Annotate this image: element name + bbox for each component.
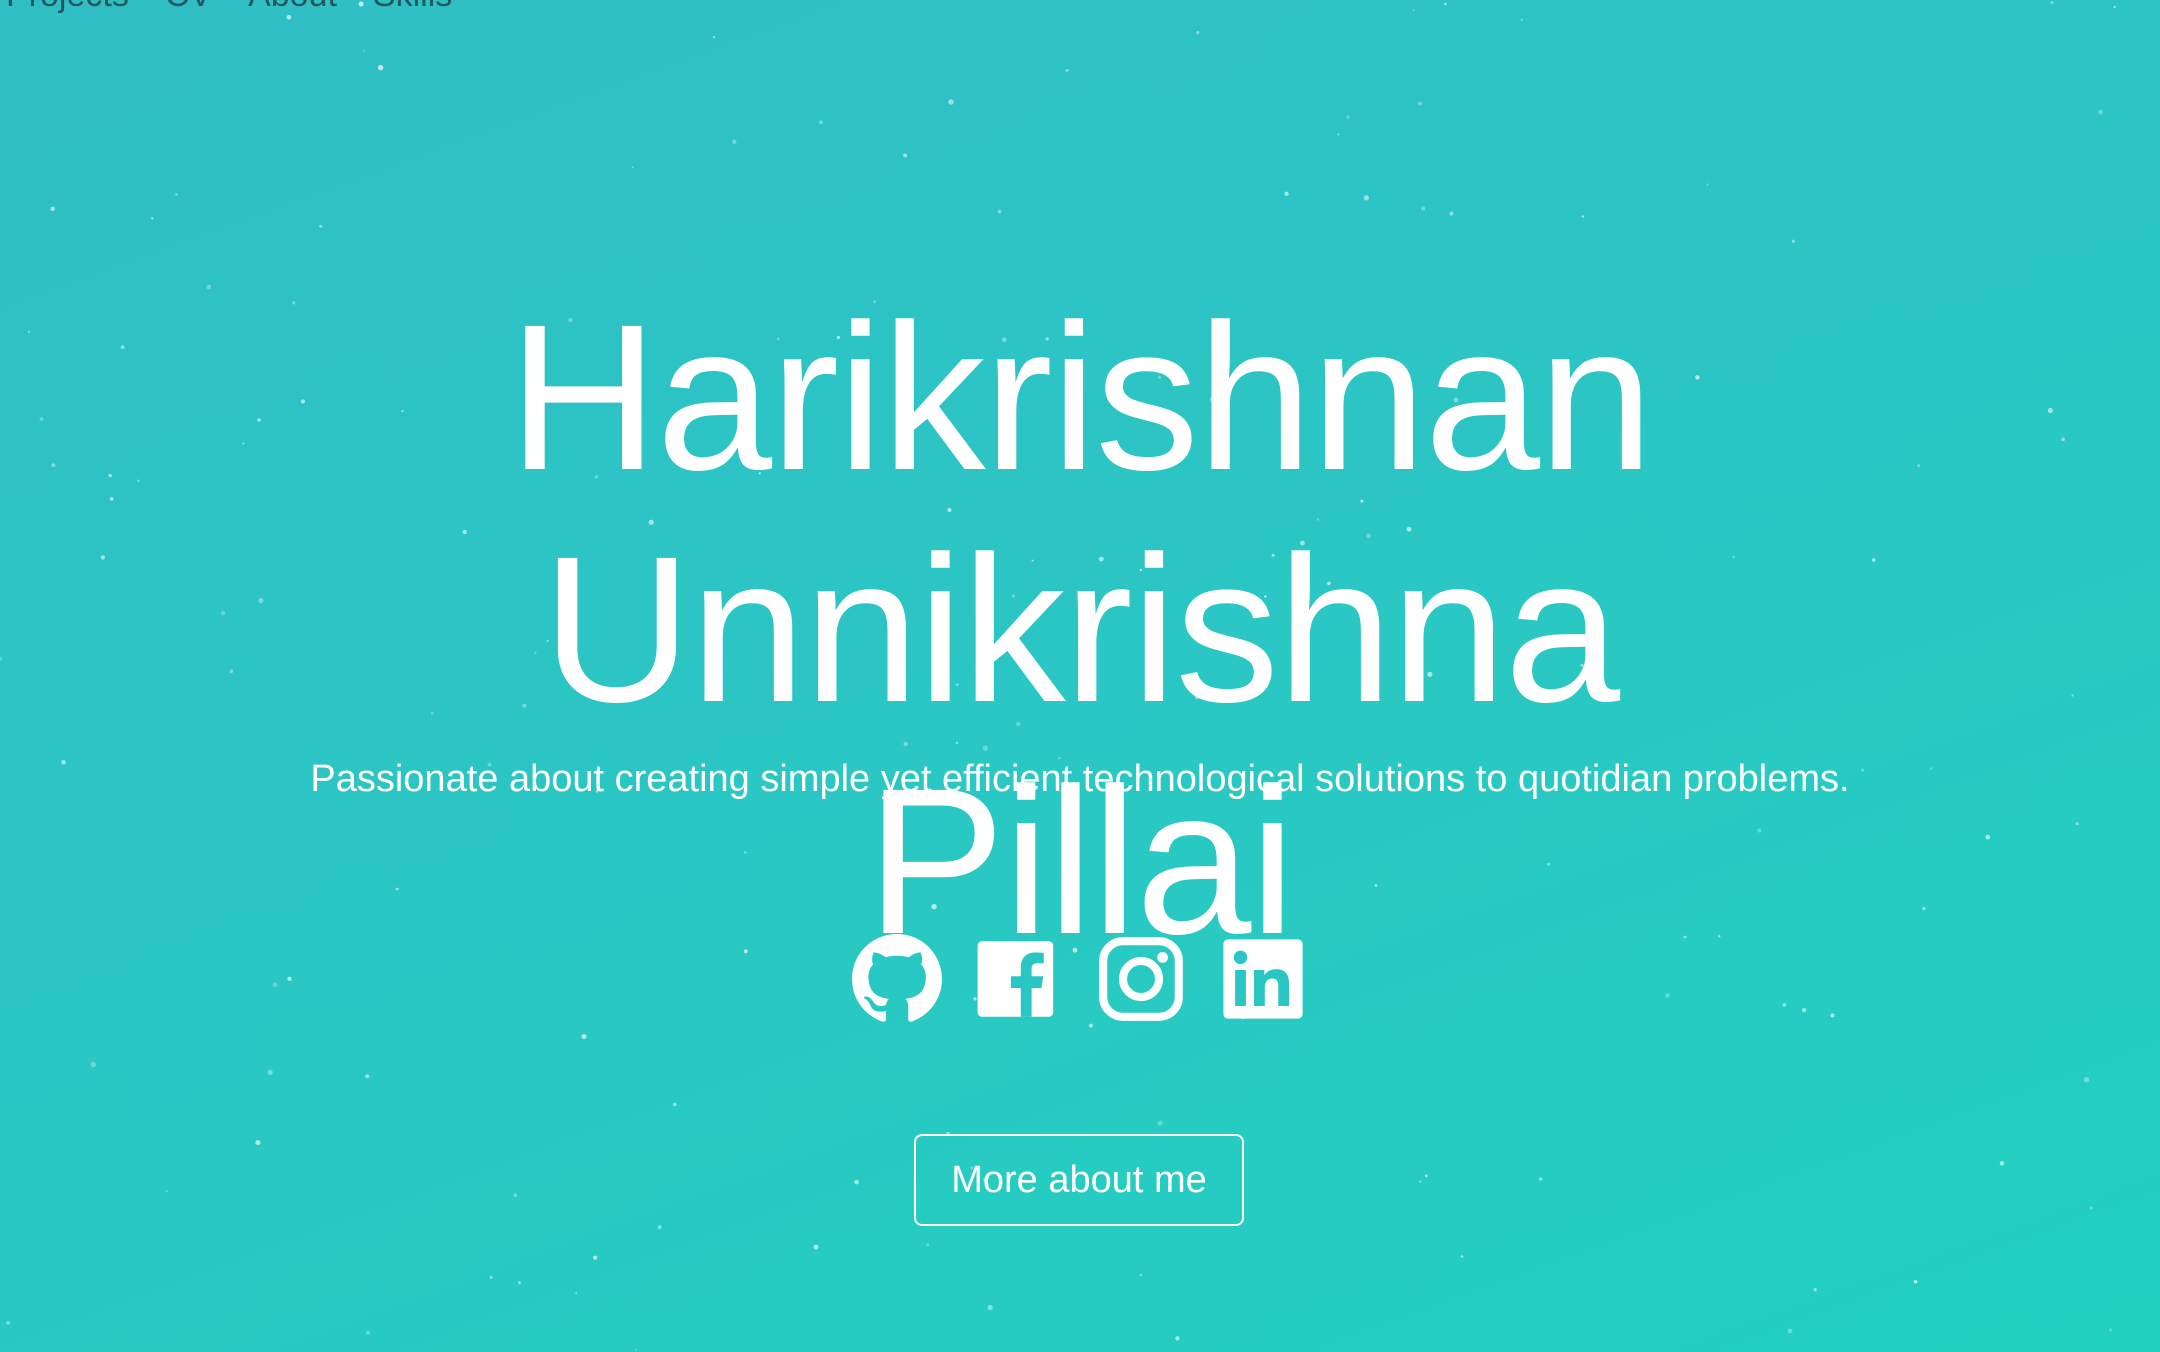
nav-item-projects[interactable]: Projects bbox=[6, 0, 129, 15]
nav-item-cv[interactable]: CV bbox=[165, 0, 212, 15]
linkedin-link[interactable] bbox=[1218, 934, 1308, 1024]
github-link[interactable] bbox=[852, 934, 942, 1024]
hero-name: Harikrishnan Unnikrishna Pillai bbox=[0, 282, 2160, 978]
more-about-me-button[interactable]: More about me bbox=[914, 1134, 1244, 1226]
social-links bbox=[0, 934, 2160, 1024]
hero-tagline: Passionate about creating simple yet eff… bbox=[310, 758, 1850, 800]
top-navigation: Projects CV About Skills bbox=[6, 0, 452, 15]
github-icon bbox=[852, 934, 942, 1022]
facebook-link[interactable] bbox=[974, 934, 1064, 1024]
instagram-link[interactable] bbox=[1096, 934, 1186, 1024]
instagram-icon bbox=[1099, 937, 1183, 1021]
linkedin-icon bbox=[1223, 939, 1303, 1019]
facebook-icon bbox=[977, 941, 1054, 1017]
nav-item-skills[interactable]: Skills bbox=[373, 0, 452, 15]
nav-item-about[interactable]: About bbox=[248, 0, 337, 15]
hero-name-line1: Harikrishnan Unnikrishna bbox=[508, 282, 1654, 746]
